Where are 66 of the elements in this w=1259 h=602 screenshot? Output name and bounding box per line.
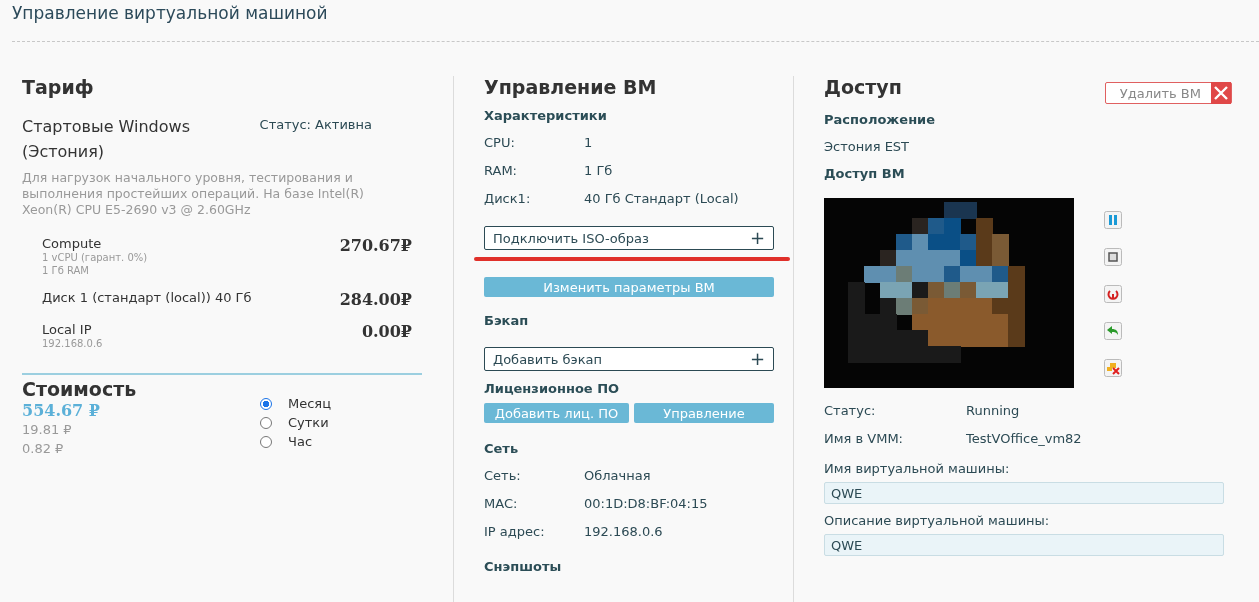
power-icon[interactable] <box>1104 285 1122 303</box>
item-price: 270.67₽ <box>339 236 412 257</box>
pause-icon[interactable] <box>1104 211 1122 229</box>
cost-amount: 0.82 ₽ <box>22 440 65 458</box>
field-label: Описание виртуальной машины: <box>824 511 1051 530</box>
tariff-description: Для нагрузок начального уровня, тестирования и выполнения простейших операций. На базе Intel(R) Xeon(R) CPU E5-2690 v3 @ 2.60GHz <box>22 170 365 218</box>
section-heading: Стоимость <box>22 378 138 402</box>
radio-button[interactable] <box>260 435 272 448</box>
network-value: Облачная <box>584 467 651 483</box>
subsection-heading: Доступ ВМ <box>824 166 906 183</box>
item-name: Local IP <box>42 322 93 337</box>
subsection-heading: Расположение <box>824 112 937 129</box>
page-title: Управление виртуальной машиной <box>11 2 329 25</box>
subsection-heading: Сеть <box>484 441 520 458</box>
network-label: Сеть: <box>484 467 522 483</box>
item-price: 0.00₽ <box>361 322 412 343</box>
network-label: IP адрес: <box>484 523 546 539</box>
radio-label[interactable]: Сутки <box>288 415 329 430</box>
radio-button[interactable] <box>260 397 272 410</box>
network-value: 192.168.0.6 <box>584 523 663 539</box>
cost-amount: 19.81 ₽ <box>22 421 73 439</box>
subsection-heading: Бэкап <box>484 313 530 330</box>
info-label: Имя в VMM: <box>824 430 904 446</box>
subsection-heading: Снэпшоты <box>484 559 563 576</box>
cost-amount: 554.67 ₽ <box>22 402 101 420</box>
subsection-heading: Лицензионное ПО <box>484 381 621 398</box>
item-detail: 1 Гб RAM <box>42 264 90 277</box>
section-heading: Доступ <box>824 76 902 100</box>
field-label: Имя виртуальной машины: <box>824 459 1011 478</box>
plus-icon: + <box>749 350 765 368</box>
tariff-name: Стартовые Windows (Эстония) <box>22 116 191 163</box>
radio-label[interactable]: Месяц <box>288 396 332 411</box>
input-field[interactable]: QWE <box>824 482 1224 504</box>
spec-label: Диск1: <box>484 190 532 206</box>
item-name: Compute <box>42 236 103 251</box>
section-heading: Управление ВМ <box>484 76 658 100</box>
item-price: 284.00₽ <box>339 290 412 309</box>
spec-value: 1 <box>584 134 593 150</box>
item-detail: 192.168.0.6 <box>42 337 103 350</box>
radio-label[interactable]: Час <box>288 434 313 449</box>
button-label: Подключить ISO-образ <box>493 230 649 246</box>
delete-vm-button[interactable]: Удалить ВМ <box>1104 82 1232 104</box>
network-value: 00:1D:D8:BF:04:15 <box>584 495 708 511</box>
attach-iso-button[interactable]: Подключить ISO-образ + <box>484 226 774 250</box>
add-backup-button[interactable]: Добавить бэкап + <box>484 347 774 371</box>
radio-button[interactable] <box>260 416 272 429</box>
info-label: Статус: <box>824 402 877 418</box>
tariff-status: Статус: Активна <box>259 117 372 134</box>
input-field[interactable]: QWE <box>824 534 1224 556</box>
info-value: TestVOffice_vm82 <box>966 430 1082 446</box>
info-value: Running <box>966 402 1020 418</box>
spec-value: 1 Гб <box>584 162 613 178</box>
section-heading: Тариф <box>22 76 95 100</box>
plus-icon: + <box>749 229 765 247</box>
stop-icon[interactable] <box>1104 248 1122 266</box>
spec-label: RAM: <box>484 162 518 178</box>
location-text: Эстония EST <box>824 137 911 156</box>
item-detail: 1 vCPU (гарант. 0%) <box>42 251 148 264</box>
spec-label: CPU: <box>484 134 516 150</box>
network-label: MAC: <box>484 495 519 511</box>
subsection-heading: Характеристики <box>484 108 608 125</box>
item-name: Диск 1 (стандарт (local)) 40 Гб <box>42 290 252 305</box>
button-label: Добавить бэкап <box>493 351 603 367</box>
delete-icon[interactable] <box>1104 359 1122 377</box>
close-icon <box>1211 82 1231 104</box>
spec-value: 40 Гб Стандарт (Local) <box>584 190 739 206</box>
